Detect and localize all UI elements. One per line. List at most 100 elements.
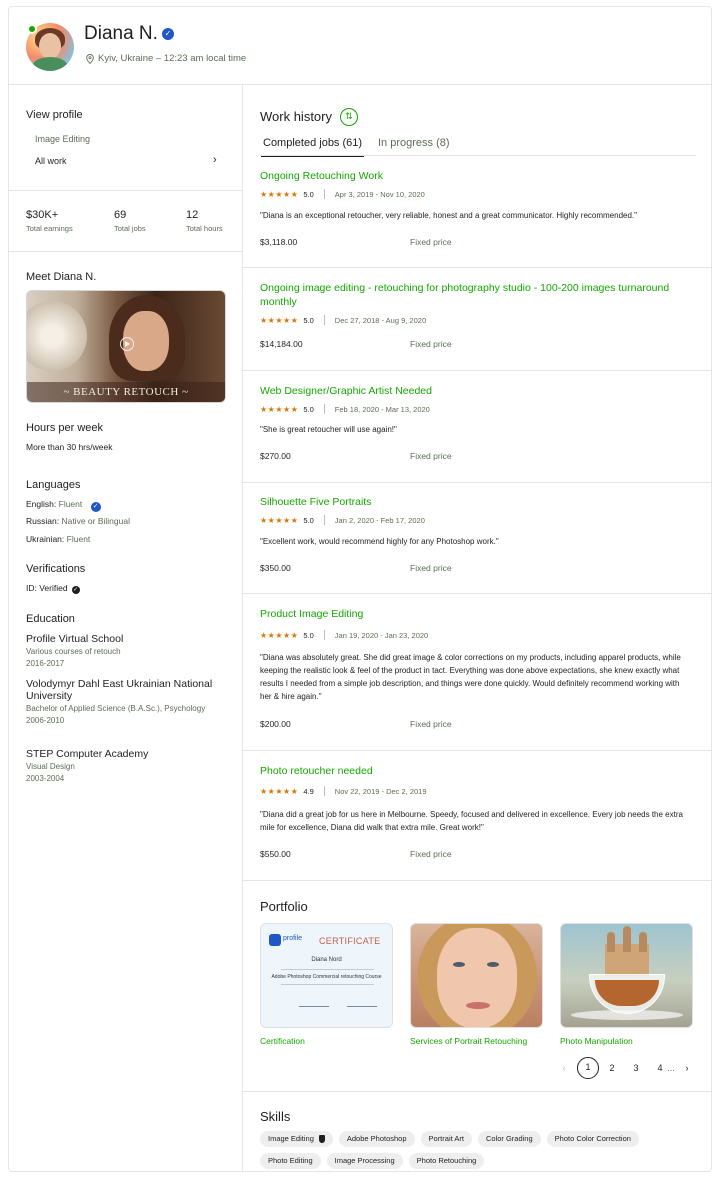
left-sidebar: View profile Image Editing All work › $3… xyxy=(9,85,243,1171)
stat-value: 12 xyxy=(186,209,199,221)
job-entry: Photo retoucher needed ★★★★★ 4.9 Nov 22,… xyxy=(243,751,711,881)
job-amount: $200.00 xyxy=(260,719,291,729)
languages-title: Languages xyxy=(26,479,81,491)
job-rating: 5.0 xyxy=(303,404,314,414)
job-title[interactable]: Web Designer/Graphic Artist Needed xyxy=(260,384,680,398)
work-history-title: Work history xyxy=(260,109,332,124)
pager-page-1[interactable]: 1 xyxy=(577,1057,599,1079)
job-dates: Jan 2, 2020 - Feb 17, 2020 xyxy=(334,515,425,525)
portfolio-caption[interactable]: Photo Manipulation xyxy=(560,1036,693,1046)
stat-label: Total hours xyxy=(186,224,223,233)
video-banner-text: ~ BEAUTY RETOUCH ~ xyxy=(27,382,225,402)
job-dates: Nov 22, 2019 - Dec 2, 2019 xyxy=(334,786,427,796)
education-title: Education xyxy=(26,613,75,625)
portfolio-caption[interactable]: Certification xyxy=(260,1036,393,1046)
job-feedback: "Diana was absolutely great. She did gre… xyxy=(260,653,681,701)
star-icon: ★★★★★ xyxy=(260,189,299,199)
star-icon: ★★★★★ xyxy=(260,786,299,796)
stat-total-earnings: $30K+ Total earnings xyxy=(26,209,73,233)
pager-page-3[interactable]: 3 xyxy=(625,1057,647,1079)
stat-total-hours: 12 Total hours xyxy=(186,209,223,233)
stat-value: 69 xyxy=(114,209,127,221)
language-level: Fluent xyxy=(66,534,91,544)
language-name: Russian: xyxy=(26,516,60,526)
job-amount: $350.00 xyxy=(260,563,291,573)
skill-chip[interactable]: Photo Color Correction xyxy=(546,1131,639,1147)
job-dates: Dec 27, 2018 - Aug 9, 2020 xyxy=(334,315,427,325)
location-text: Kyiv, Ukraine – 12:23 am local time xyxy=(98,53,247,64)
play-icon[interactable] xyxy=(120,337,134,351)
education-entry: Profile Virtual School Various courses o… xyxy=(26,633,232,669)
job-meta: ★★★★★ 5.0 Jan 2, 2020 - Feb 17, 2020 xyxy=(260,515,425,525)
manipulation-image[interactable] xyxy=(560,923,693,1028)
skill-chip[interactable]: Image Editing xyxy=(260,1131,333,1147)
profile-header: Diana N. ✓ Kyiv, Ukraine – 12:23 am loca… xyxy=(9,7,711,85)
language-level: Fluent xyxy=(58,499,83,509)
job-rating: 5.0 xyxy=(303,189,314,199)
job-amount: $3,118.00 xyxy=(260,237,298,247)
cert-brand: profile xyxy=(283,935,303,942)
sort-icon[interactable]: ⇅ xyxy=(340,108,358,126)
sidebar-item-image-editing[interactable]: Image Editing xyxy=(35,134,90,144)
job-meta: ★★★★★ 5.0 Jan 19, 2020 - Jan 23, 2020 xyxy=(260,630,428,640)
degree: Bachelor of Applied Science (B.A.Sc.), P… xyxy=(26,704,206,713)
skill-chip[interactable]: Photo Editing xyxy=(260,1153,321,1169)
language-english: English: Fluent ✓ xyxy=(26,499,101,512)
signature xyxy=(299,997,329,1007)
language-ukrainian: Ukrainian: Fluent xyxy=(26,534,90,544)
job-title[interactable]: Silhouette Five Portraits xyxy=(260,495,680,509)
skill-chip[interactable]: Adobe Photoshop xyxy=(338,1131,415,1147)
badge-icon xyxy=(318,1135,325,1143)
skills-list: Image Editing Adobe Photoshop Portrait A… xyxy=(260,1131,700,1169)
job-rating: 5.0 xyxy=(303,515,314,525)
language-russian: Russian: Native or Bilingual xyxy=(26,516,130,526)
portfolio-item[interactable]: Services of Portrait Retouching xyxy=(410,923,543,1046)
education-entry: Volodymyr Dahl East Ukrainian National U… xyxy=(26,678,232,726)
certificate-image[interactable]: profile CERTIFICATE Diana Nord Adobe Pho… xyxy=(260,923,393,1028)
chevron-right-icon[interactable]: › xyxy=(213,154,217,166)
cert-name: Diana Nord xyxy=(311,957,342,963)
skill-chip[interactable]: Portrait Art xyxy=(420,1131,472,1147)
star-icon: ★★★★★ xyxy=(260,315,299,325)
sidebar-item-all-work[interactable]: All work xyxy=(35,156,67,166)
job-entry: Silhouette Five Portraits ★★★★★ 5.0 Jan … xyxy=(243,483,711,594)
job-meta: ★★★★★ 4.9 Nov 22, 2019 - Dec 2, 2019 xyxy=(260,786,427,796)
language-level: Native or Bilingual xyxy=(61,516,130,526)
job-feedback: "She is great retoucher will use again!" xyxy=(260,425,397,434)
pager-prev-button[interactable]: ‹ xyxy=(553,1057,575,1079)
years: 2006-2010 xyxy=(26,716,65,725)
years: 2003-2004 xyxy=(26,774,65,783)
job-feedback: "Excellent work, would recommend highly … xyxy=(260,537,499,546)
skill-chip[interactable]: Photo Retouching xyxy=(408,1153,485,1169)
pager-page-2[interactable]: 2 xyxy=(601,1057,623,1079)
skill-chip[interactable]: Color Grading xyxy=(477,1131,541,1147)
divider xyxy=(243,1091,711,1092)
job-title[interactable]: Product Image Editing xyxy=(260,607,680,621)
job-title[interactable]: Ongoing Retouching Work xyxy=(260,169,680,183)
location-line: Kyiv, Ukraine – 12:23 am local time xyxy=(86,53,246,64)
portrait-image[interactable] xyxy=(410,923,543,1028)
portfolio-item[interactable]: profile CERTIFICATE Diana Nord Adobe Pho… xyxy=(260,923,393,1046)
portfolio-title: Portfolio xyxy=(260,899,308,914)
tab-in-progress[interactable]: In progress (8) xyxy=(378,137,450,149)
job-title[interactable]: Ongoing image editing - retouching for p… xyxy=(260,281,680,309)
portfolio-item[interactable]: Photo Manipulation xyxy=(560,923,693,1046)
stat-total-jobs: 69 Total jobs xyxy=(114,209,146,233)
hours-value: More than 30 hrs/week xyxy=(26,442,113,452)
language-name: Ukrainian: xyxy=(26,534,65,544)
online-status-dot xyxy=(27,24,37,34)
verification-text: ID: Verified xyxy=(26,583,68,593)
tab-completed-jobs[interactable]: Completed jobs (61) xyxy=(261,137,365,157)
job-entry: Web Designer/Graphic Artist Needed ★★★★★… xyxy=(243,371,711,483)
pager-ellipsis: ... xyxy=(667,1063,675,1073)
skill-chip[interactable]: Image Processing xyxy=(326,1153,403,1169)
portfolio-caption[interactable]: Services of Portrait Retouching xyxy=(410,1036,543,1046)
job-meta: ★★★★★ 5.0 Apr 3, 2019 - Nov 10, 2020 xyxy=(260,189,425,199)
profile-page: Diana N. ✓ Kyiv, Ukraine – 12:23 am loca… xyxy=(8,6,712,1172)
intro-video[interactable]: ~ BEAUTY RETOUCH ~ xyxy=(26,290,226,403)
pager-next-button[interactable]: › xyxy=(679,1057,695,1079)
map-pin-icon xyxy=(86,53,94,64)
job-rating: 4.9 xyxy=(303,786,314,796)
job-title[interactable]: Photo retoucher needed xyxy=(260,764,680,778)
job-feedback: "Diana is an exceptional retoucher, very… xyxy=(260,211,637,220)
